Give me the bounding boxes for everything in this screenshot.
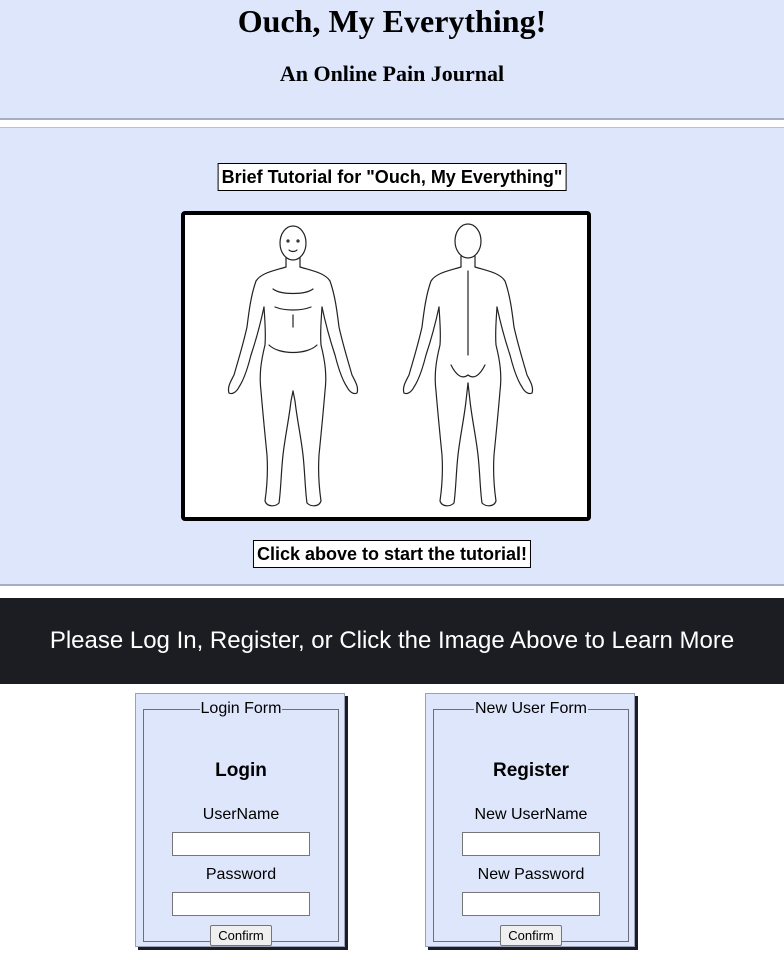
username-label: UserName [202, 806, 280, 823]
register-confirm-button[interactable]: Confirm [500, 925, 562, 946]
tutorial-start-hint: Click above to start the tutorial! [252, 540, 532, 568]
new-password-input[interactable] [462, 892, 600, 916]
register-heading: Register [492, 760, 570, 781]
new-username-input[interactable] [462, 832, 600, 856]
login-form-card: Login Form Login UserName Password Confi… [135, 693, 345, 947]
login-confirm-button[interactable]: Confirm [210, 925, 272, 946]
body-diagram-icon [227, 223, 534, 507]
register-form: New User Form Register New UserName New … [433, 700, 629, 946]
register-form-legend: New User Form [474, 700, 587, 717]
password-input[interactable] [172, 892, 310, 916]
site-subtitle: An Online Pain Journal [279, 61, 505, 86]
site-header: Ouch, My Everything! An Online Pain Jour… [0, 0, 784, 120]
register-form-card: New User Form Register New UserName New … [425, 693, 635, 947]
tutorial-image-link[interactable] [181, 211, 591, 521]
login-heading: Login [215, 760, 267, 781]
info-banner: Please Log In, Register, or Click the Im… [0, 598, 784, 684]
username-input[interactable] [172, 832, 310, 856]
new-username-label: New UserName [474, 806, 588, 823]
password-label: Password [205, 866, 277, 883]
login-form-legend: Login Form [200, 700, 282, 717]
new-password-label: New Password [477, 866, 585, 883]
site-title: Ouch, My Everything! [237, 3, 547, 39]
tutorial-section: Brief Tutorial for "Ouch, My Everything" [0, 127, 784, 586]
front-body-figure [227, 225, 359, 507]
back-body-figure [402, 223, 534, 507]
login-form: Login Form Login UserName Password Confi… [143, 700, 339, 946]
tutorial-title: Brief Tutorial for "Ouch, My Everything" [217, 163, 567, 191]
